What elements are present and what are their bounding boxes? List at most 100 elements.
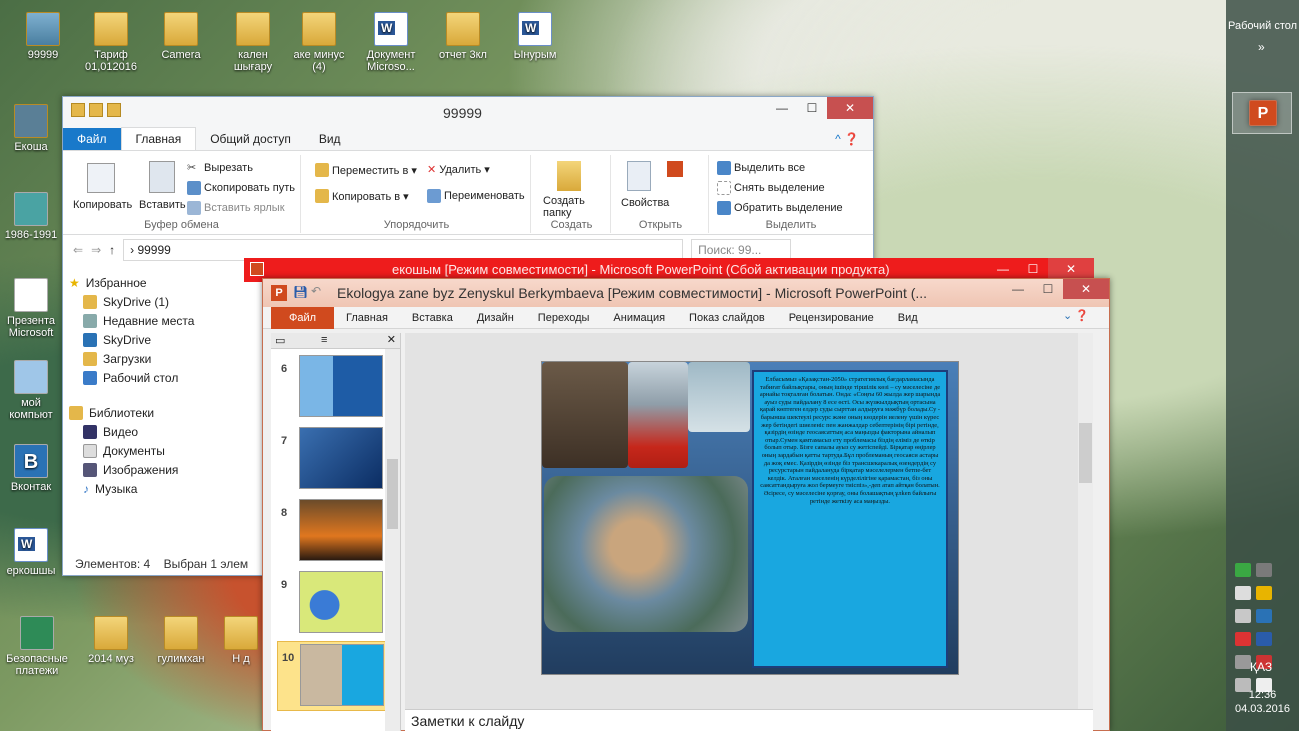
folder-icon[interactable] [107,103,121,117]
slide-thumb-9[interactable]: 9 [277,569,389,639]
tab-slideshow[interactable]: Показ слайдов [677,312,777,324]
antivirus-icon[interactable] [1235,563,1251,577]
maximize-button[interactable]: ☐ [1018,258,1048,280]
up-icon[interactable]: ↑ [109,243,115,257]
tab-home[interactable]: Главная [120,127,197,150]
properties-button[interactable]: Свойства [621,197,669,209]
nav-skydrive-1[interactable]: SkyDrive (1) [63,292,215,311]
slide-thumb-8[interactable]: 8 [277,497,389,567]
nav-pictures[interactable]: Изображения [63,460,215,479]
tab-review[interactable]: Рецензирование [777,312,886,324]
scroll-thumb[interactable] [1079,423,1092,483]
tab-design[interactable]: Дизайн [465,312,526,324]
undo-icon[interactable]: ↶ [311,284,321,298]
maximize-button[interactable]: ☐ [797,97,827,119]
nav-documents[interactable]: Документы [63,441,215,460]
keyboard-icon[interactable] [1235,586,1251,600]
slide-thumb-7[interactable]: 7 [277,425,389,495]
minimize-button[interactable]: — [1003,279,1033,299]
desktop-icon-safe-payments[interactable]: Безопасные платежи [6,616,68,677]
new-folder-button[interactable]: Создать папку [543,195,593,219]
cut-button[interactable]: ✂ Вырезать [187,161,253,175]
copy-to-button[interactable]: Копировать в ▾ [315,189,409,203]
select-all-button[interactable]: Выделить все [717,161,805,175]
move-to-button[interactable]: Переместить в ▾ [315,163,417,177]
copy-button[interactable]: Копировать [73,199,132,211]
save-icon[interactable]: 💾︎ [293,285,308,299]
thumbnails-scrollbar[interactable] [385,349,400,731]
outline-tab-icon[interactable]: ≡ [321,334,327,346]
powerpoint-icon[interactable] [667,161,683,177]
desktop-icon-my-computer[interactable]: мой компьют [0,360,62,421]
nav-skydrive[interactable]: SkyDrive [63,330,215,349]
language-indicator[interactable]: ҚАЗ [1250,660,1272,674]
speaker-icon[interactable] [1235,655,1251,669]
desktop-icon-erkoshshy[interactable]: еркошшы [0,528,62,577]
minimize-button[interactable]: — [988,258,1018,280]
invert-selection-button[interactable]: Обратить выделение [717,201,843,215]
rename-button[interactable]: Переименовать [427,189,525,203]
folder-icon[interactable] [71,103,85,117]
desktop-icon-99999[interactable]: 99999 [12,12,74,61]
folder-icon[interactable] [89,103,103,117]
slide-thumb-10[interactable]: 10 [277,641,389,711]
close-button[interactable]: ✕ [827,97,873,119]
nav-favorites[interactable]: ★ Избранное [63,273,215,292]
nav-video[interactable]: Видео [63,422,215,441]
tab-file[interactable]: Файл [63,128,121,150]
tab-view[interactable]: Вид [886,312,930,324]
paste-button[interactable]: Вставить [139,199,186,211]
warning-icon[interactable] [1256,586,1273,600]
network-icon[interactable] [1256,609,1273,623]
desktop-icon-vkontakte[interactable]: B Вконтак [0,444,62,493]
copy-path-button[interactable]: Скопировать путь [187,181,295,195]
scroll-thumb[interactable] [387,459,398,529]
desktop-toolbar-label[interactable]: Рабочий стол [1228,20,1297,32]
tab-share[interactable]: Общий доступ [196,128,305,150]
tray-app-icon[interactable] [1256,563,1273,577]
tab-home[interactable]: Главная [334,312,400,324]
nav-music[interactable]: ♪ Музыка [63,479,215,498]
desktop-icon-document[interactable]: Документ Microso... [360,12,422,73]
desktop-icon-otchet[interactable]: отчет 3кл [432,12,494,61]
slide-thumb-6[interactable]: 6 [277,353,389,423]
forward-icon[interactable]: ⇒ [91,243,101,257]
tab-view[interactable]: Вид [305,128,355,150]
slide-text-box[interactable]: Елбасымыз «Қазақстан-2050» стратегиялық … [752,370,948,668]
tab-file[interactable]: Файл [271,306,335,329]
help-icon[interactable]: ^ ❓ [821,128,873,150]
close-button[interactable]: ✕ [1048,258,1094,280]
clock[interactable]: 12:36 04.03.2016 [1226,688,1299,716]
desktop-icon-ekosha[interactable]: Екоша [0,104,62,153]
slide-scrollbar[interactable] [1078,333,1093,709]
tab-animations[interactable]: Анимация [601,312,677,324]
paste-shortcut-button[interactable]: Вставить ярлык [187,201,285,215]
nav-recent[interactable]: Недавние места [63,311,215,330]
nav-desktop[interactable]: Рабочий стол [63,368,215,387]
slides-tab-icon[interactable]: ▭ [275,334,285,347]
desktop-icon-camera[interactable]: Camera [150,12,212,61]
tab-insert[interactable]: Вставка [400,312,465,324]
select-none-button[interactable]: Снять выделение [717,181,825,195]
desktop-icon-gulimkhan[interactable]: гулимхан [150,616,212,665]
delete-button[interactable]: ✕ Удалить ▾ [427,163,490,176]
desktop-icon-ake-minus[interactable]: аке минус (4) [288,12,350,73]
chevron-icon[interactable]: » [1258,40,1265,54]
close-pane-icon[interactable]: ✕ [387,333,396,346]
close-button[interactable]: ✕ [1063,279,1109,299]
desktop-icon-2014-muz[interactable]: 2014 муз [80,616,142,665]
nav-downloads[interactable]: Загрузки [63,349,215,368]
tab-transitions[interactable]: Переходы [526,312,602,324]
nav-libraries[interactable]: Библиотеки [63,403,215,422]
notes-field[interactable]: Заметки к слайду [405,709,1093,731]
volume-icon[interactable] [1235,632,1251,646]
bluetooth-icon[interactable] [1256,632,1273,646]
maximize-button[interactable]: ☐ [1033,279,1063,299]
current-slide[interactable]: Елбасымыз «Қазақстан-2050» стратегиялық … [541,361,959,675]
slide-edit-area[interactable]: Елбасымыз «Қазақстан-2050» стратегиялық … [405,333,1093,709]
back-icon[interactable]: ⇐ [73,243,83,257]
usb-icon[interactable] [1235,609,1251,623]
desktop-icon-presentation[interactable]: Презента Microsoft [0,278,62,339]
desktop-icon-nurym[interactable]: Ынурым [504,12,566,61]
taskbar-powerpoint-button[interactable]: P [1232,92,1292,134]
